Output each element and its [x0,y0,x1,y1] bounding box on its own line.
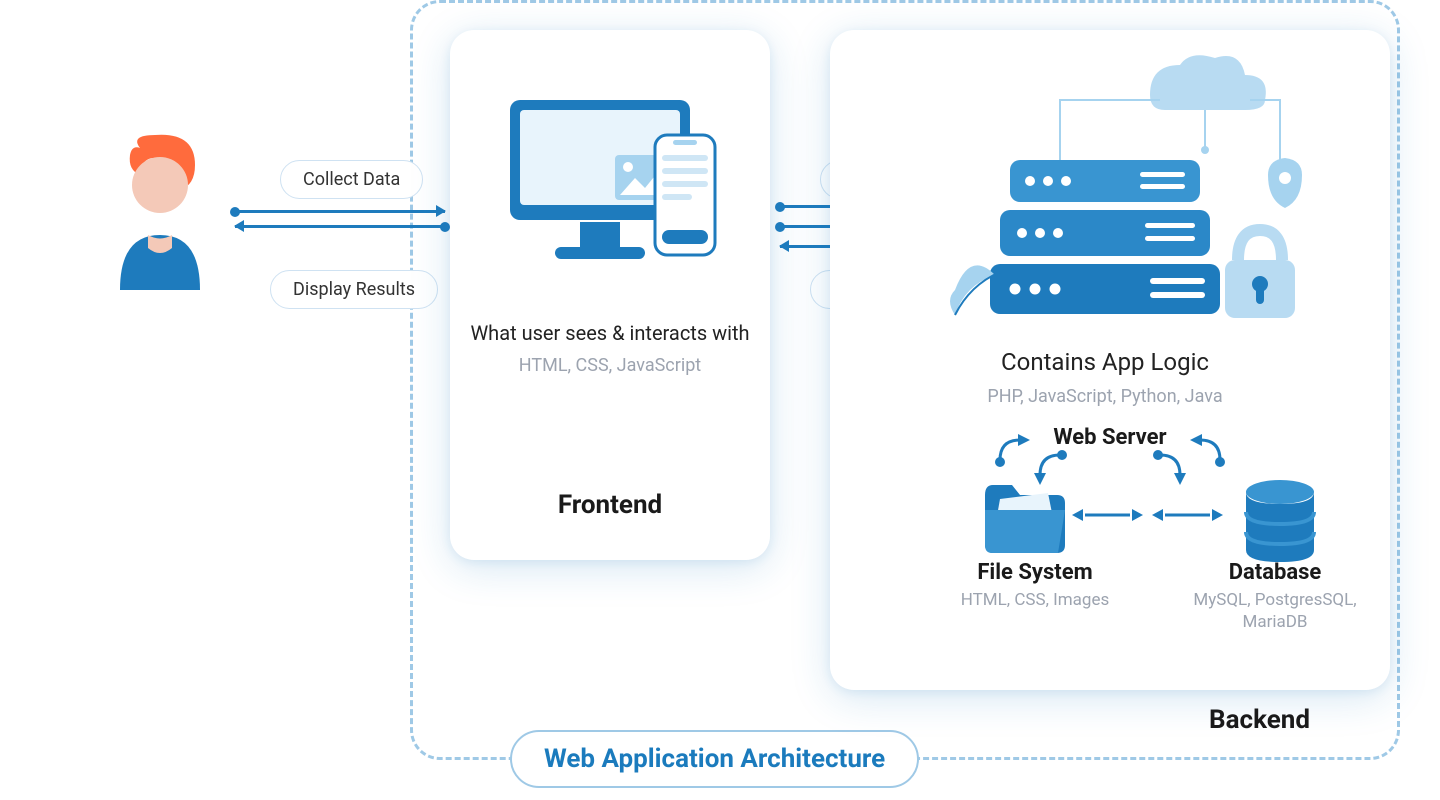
diagram-title: Web Application Architecture [510,730,919,788]
applogic-technologies: PHP, JavaScript, Python, Java [910,386,1300,407]
applogic-title: Contains App Logic [910,346,1300,378]
backend-title: Backend [1209,705,1310,735]
monitor-phone-icon [500,80,720,304]
webserver-label-block: Web Server [1020,425,1200,450]
server-cluster-icon [940,50,1280,354]
label-display-results: Display Results [270,270,438,309]
database-sub: MySQL, PostgresSQL, MariaDB [1170,589,1380,633]
frontend-card: What user sees & interacts with HTML, CS… [450,30,770,560]
frontend-technologies: HTML, CSS, JavaScript [470,355,750,376]
user-icon [100,130,220,290]
database-block: Database MySQL, PostgresSQL, MariaDB [1170,560,1380,633]
database-icon [1240,480,1320,569]
filesystem-sub: HTML, CSS, Images [935,589,1135,611]
label-collect-data: Collect Data [280,160,423,199]
database-title: Database [1170,560,1380,585]
frontend-title: Frontend [450,490,770,520]
arrow-user-to-frontend [235,210,445,213]
filesystem-title: File System [935,560,1135,585]
applogic-block: Contains App Logic PHP, JavaScript, Pyth… [910,330,1300,407]
filesystem-block: File System HTML, CSS, Images [935,560,1135,611]
folder-icon [980,475,1070,559]
webserver-label: Web Server [1020,425,1200,450]
frontend-description: What user sees & interacts with [470,320,750,347]
arrow-frontend-to-user [235,225,445,228]
